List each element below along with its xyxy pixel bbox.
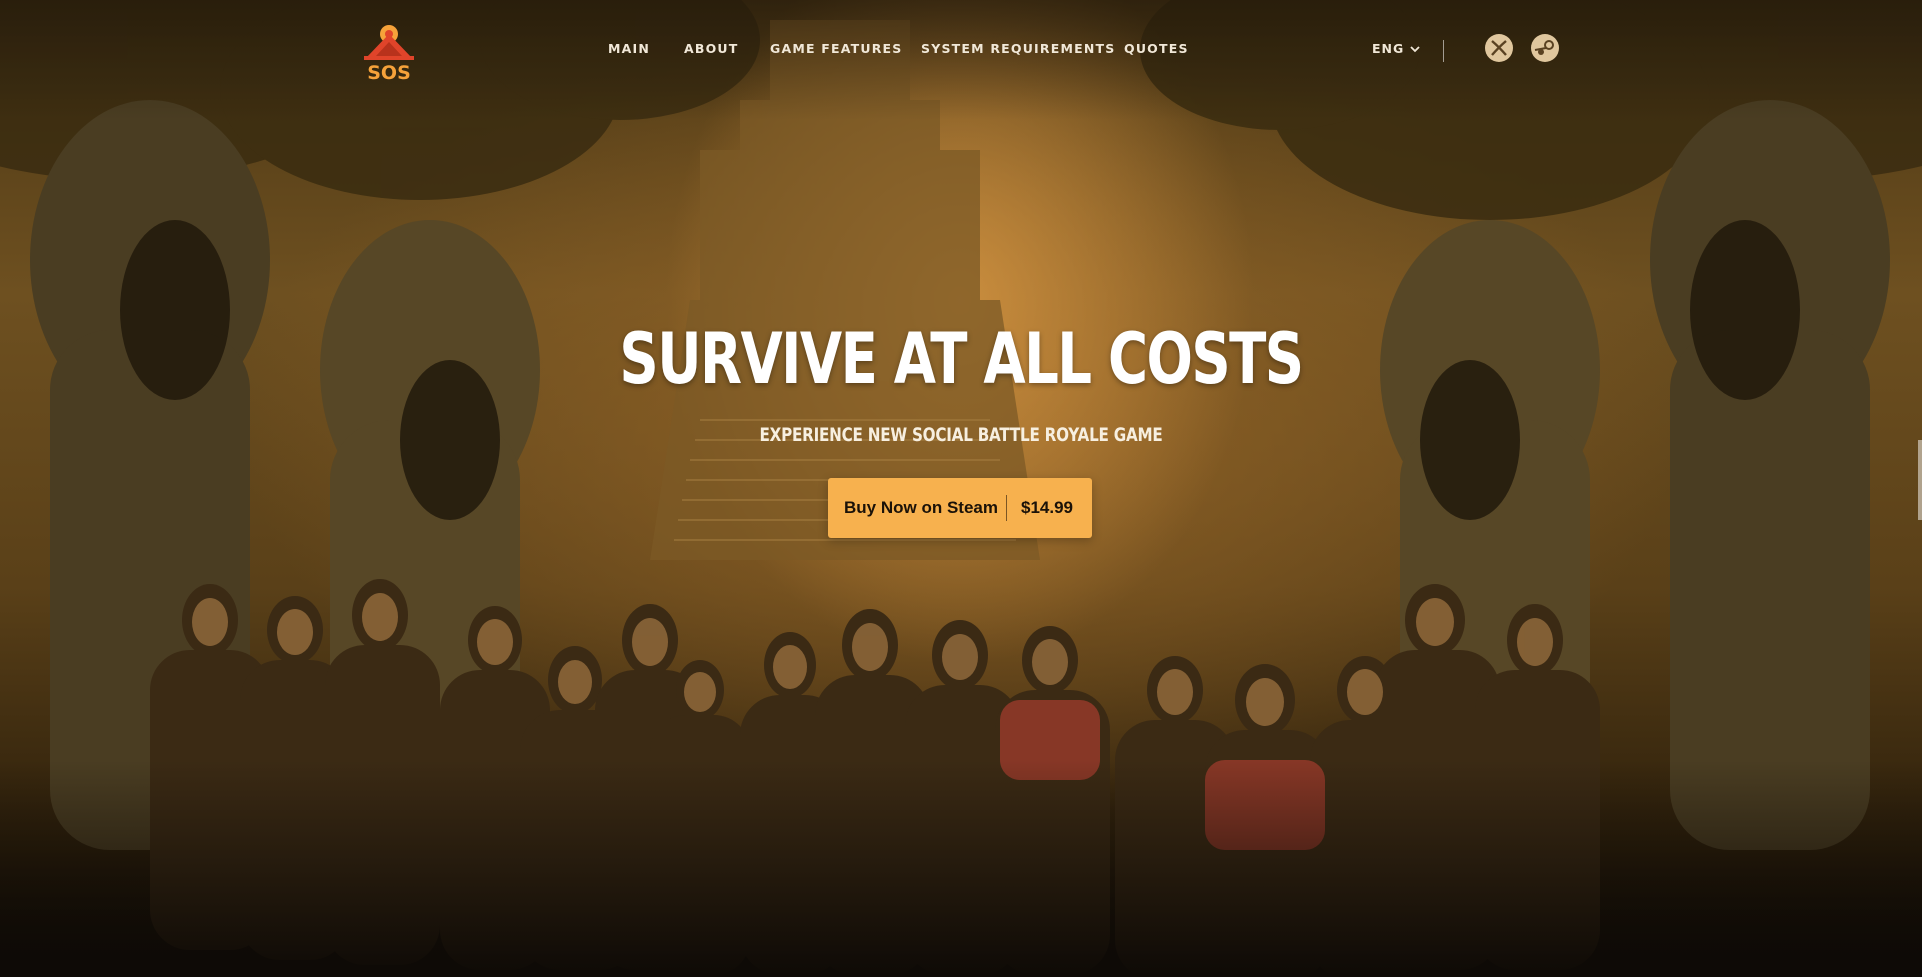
chevron-down-icon [1410,45,1420,52]
hero-title: SURVIVE AT ALL COSTS [619,318,1304,400]
xbox-link[interactable] [1485,34,1513,62]
language-selector[interactable]: ENG [1372,41,1420,56]
xbox-icon [1486,35,1512,61]
scrollbar[interactable] [1918,440,1922,520]
steam-link[interactable] [1531,34,1559,62]
sos-logo[interactable]: SOS [358,20,420,84]
buy-button-label: Buy Now on Steam [844,498,998,517]
hero-subtitle: EXPERIENCE NEW SOCIAL BATTLE ROYALE GAME [759,424,1163,446]
steam-icon [1532,35,1558,61]
nav-main[interactable]: MAIN [608,41,650,56]
language-label: ENG [1372,41,1405,56]
nav-quotes[interactable]: QUOTES [1124,41,1189,56]
buy-now-button[interactable]: Buy Now on Steam $14.99 [828,478,1092,538]
sos-logo-icon: SOS [364,25,414,84]
buy-button-price: $14.99 [1021,498,1073,517]
bottom-fade [0,760,1922,977]
hero-background: SOS MAIN ABOUT GAME FEATURES SYSTEM REQU… [0,0,1922,977]
nav-system-requirements[interactable]: SYSTEM REQUIREMENTS [921,41,1115,56]
stone-statue-right-outer [1650,100,1890,850]
nav-game-features[interactable]: GAME FEATURES [770,41,903,56]
header-divider [1443,40,1444,62]
nav-about[interactable]: ABOUT [684,41,739,56]
svg-text:SOS: SOS [367,62,411,82]
buy-button-separator [1006,495,1007,521]
site-header: SOS MAIN ABOUT GAME FEATURES SYSTEM REQU… [0,0,1922,100]
